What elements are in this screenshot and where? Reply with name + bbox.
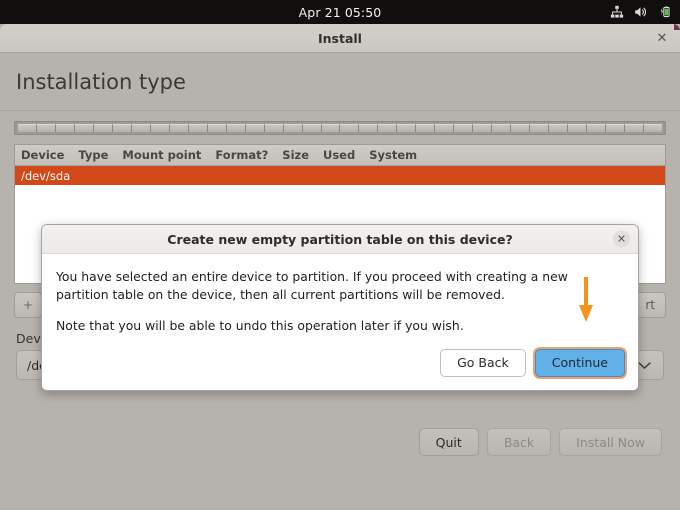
partition-graph-strip[interactable] xyxy=(14,121,666,135)
partition-segment xyxy=(359,124,379,132)
partition-segment xyxy=(397,124,417,132)
system-top-bar: Apr 21 05:50 xyxy=(0,0,680,24)
system-tray xyxy=(610,0,672,24)
window-close-icon[interactable]: ✕ xyxy=(653,29,671,47)
go-back-button[interactable]: Go Back xyxy=(440,348,526,377)
partition-segment xyxy=(435,124,455,132)
partition-segment xyxy=(416,124,436,132)
confirm-partition-table-dialog: Create new empty partition table on this… xyxy=(41,224,639,391)
dialog-paragraph-2: Note that you will be able to undo this … xyxy=(56,318,464,334)
column-header-type[interactable]: Type xyxy=(78,148,122,162)
partition-segment xyxy=(131,124,151,132)
partition-segment xyxy=(18,124,37,132)
partition-segment xyxy=(74,124,94,132)
window-title: Install xyxy=(318,30,362,46)
column-header-used[interactable]: Used xyxy=(323,148,369,162)
page-header: Installation type xyxy=(0,53,680,111)
window-titlebar: Install ✕ xyxy=(0,24,680,53)
dialog-actions: Go Back Continue xyxy=(42,342,638,390)
column-header-size[interactable]: Size xyxy=(282,148,323,162)
partition-segment xyxy=(549,124,569,132)
quit-button[interactable]: Quit xyxy=(418,428,479,456)
partition-segment xyxy=(378,124,398,132)
continue-button[interactable]: Continue xyxy=(534,348,625,377)
partition-segment xyxy=(606,124,625,132)
dialog-title: Create new empty partition table on this… xyxy=(167,231,513,247)
partition-segment xyxy=(283,124,303,132)
partition-segment xyxy=(454,124,474,132)
partition-segment xyxy=(188,124,208,132)
column-header-system[interactable]: System xyxy=(369,148,431,162)
toolbar-left-group: + xyxy=(14,292,43,318)
partition-segment xyxy=(55,124,75,132)
battery-icon[interactable] xyxy=(657,5,672,19)
dialog-close-icon[interactable]: ✕ xyxy=(613,230,630,248)
partition-segment xyxy=(264,124,284,132)
column-header-mount-point[interactable]: Mount point xyxy=(122,148,215,162)
device-table-body: /dev/sda xyxy=(15,166,665,185)
partition-segment xyxy=(568,124,588,132)
partition-segment xyxy=(169,124,189,132)
partition-segment xyxy=(150,124,170,132)
network-icon[interactable] xyxy=(610,5,624,19)
desktop-corner-accent xyxy=(674,24,680,30)
table-row[interactable]: /dev/sda xyxy=(15,166,665,185)
revert-button[interactable]: rt xyxy=(634,292,666,318)
partition-segment xyxy=(302,124,322,132)
wizard-actions: Quit Back Install Now xyxy=(418,428,662,456)
partition-segment xyxy=(93,124,113,132)
clock[interactable]: Apr 21 05:50 xyxy=(299,5,382,20)
page-title: Installation type xyxy=(16,69,186,94)
partition-segment xyxy=(643,124,662,132)
dialog-body: You have selected an entire device to pa… xyxy=(42,254,638,343)
chevron-down-icon xyxy=(638,358,651,373)
back-button[interactable]: Back xyxy=(486,428,552,456)
partition-segment xyxy=(245,124,265,132)
dialog-titlebar: Create new empty partition table on this… xyxy=(42,225,638,254)
partition-segment xyxy=(36,124,56,132)
partition-segment xyxy=(207,124,227,132)
partition-segment xyxy=(340,124,360,132)
partition-segment xyxy=(226,124,246,132)
volume-icon[interactable] xyxy=(633,5,648,19)
partition-segment xyxy=(587,124,607,132)
add-partition-button[interactable]: + xyxy=(14,292,43,318)
device-table-header: Device Type Mount point Format? Size Used Syst… xyxy=(15,145,665,166)
column-header-format[interactable]: Format? xyxy=(215,148,282,162)
dialog-paragraph-1: You have selected an entire device to pa… xyxy=(56,269,568,302)
partition-segment xyxy=(473,124,493,132)
partition-segment xyxy=(321,124,341,132)
partition-segment xyxy=(112,124,132,132)
install-now-button[interactable]: Install Now xyxy=(559,428,662,456)
cell-device: /dev/sda xyxy=(21,168,71,183)
partition-segment xyxy=(492,124,512,132)
partition-segment xyxy=(530,124,550,132)
partition-segment xyxy=(625,124,644,132)
screen-root: Apr 21 05:50 Install ✕ Installation type… xyxy=(0,0,680,510)
column-header-device[interactable]: Device xyxy=(21,148,78,162)
partition-segment xyxy=(511,124,531,132)
